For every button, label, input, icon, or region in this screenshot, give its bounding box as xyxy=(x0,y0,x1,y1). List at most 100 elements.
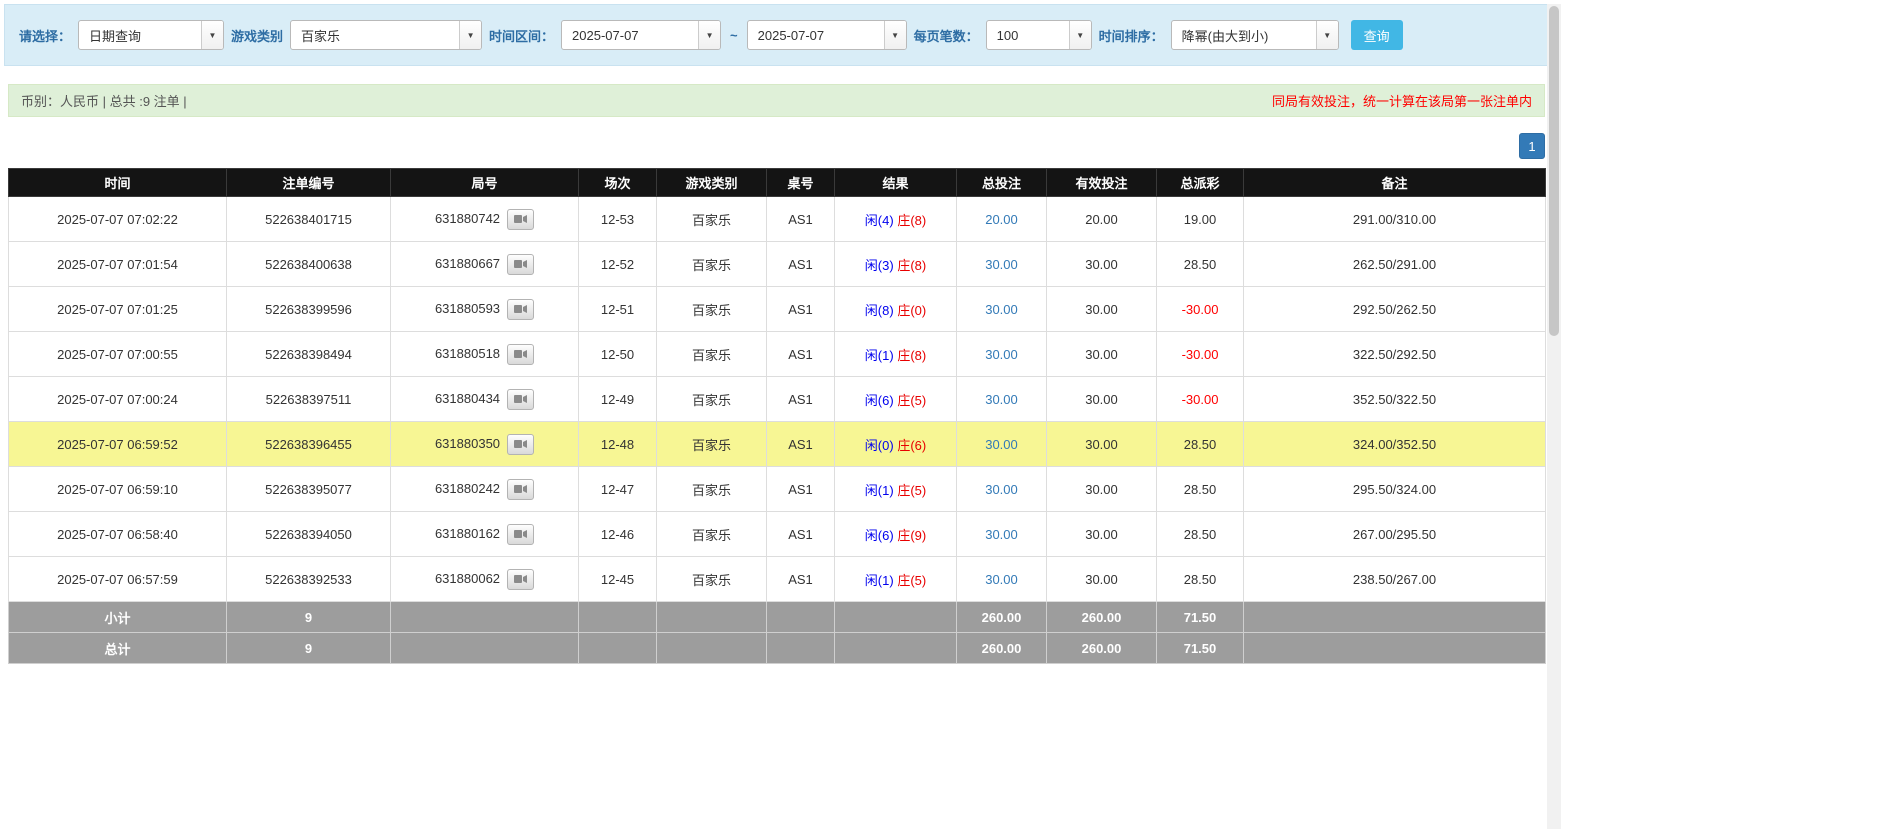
game-type-select[interactable]: 百家乐 ▼ xyxy=(290,20,483,50)
cell-session: 12-46 xyxy=(578,511,657,557)
summary-total-bet: 260.00 xyxy=(956,632,1047,664)
cell-note: 352.50/322.50 xyxy=(1243,376,1546,422)
total-bet-link[interactable]: 30.00 xyxy=(985,257,1018,272)
column-header-5: 桌号 xyxy=(766,168,835,197)
cell-time: 2025-07-07 07:00:55 xyxy=(8,331,227,377)
cell-game-type: 百家乐 xyxy=(656,286,767,332)
chevron-down-icon[interactable]: ▼ xyxy=(1068,21,1091,49)
table-row: 2025-07-07 06:58:40 522638394050 6318801… xyxy=(8,511,1546,557)
total-bet-link[interactable]: 20.00 xyxy=(985,212,1018,227)
replay-video-icon[interactable] xyxy=(507,208,535,230)
result-player: 闲(0) xyxy=(864,437,894,453)
chevron-down-icon[interactable]: ▼ xyxy=(201,21,224,49)
cell-session: 12-47 xyxy=(578,466,657,512)
currency-summary-text: 币别：人民币 | 总共 :9 注单 | xyxy=(21,94,187,109)
date-to-value: 2025-07-07 xyxy=(757,27,825,43)
summary-label: 小计 xyxy=(8,601,227,633)
cell-session: 12-45 xyxy=(578,556,657,602)
cell-payout: 28.50 xyxy=(1156,556,1244,602)
cell-total-bet: 30.00 xyxy=(956,241,1047,287)
cell-table-no: AS1 xyxy=(766,466,835,512)
total-bet-link[interactable]: 30.00 xyxy=(985,527,1018,542)
replay-video-icon[interactable] xyxy=(507,253,535,275)
cell-session: 12-53 xyxy=(578,196,657,242)
total-bet-link[interactable]: 30.00 xyxy=(985,347,1018,362)
table-row: 2025-07-07 06:59:10 522638395077 6318802… xyxy=(8,466,1546,512)
sort-select[interactable]: 降幂(由大到小) ▼ xyxy=(1170,20,1339,50)
per-page-value: 100 xyxy=(996,27,1019,43)
result-player: 闲(1) xyxy=(864,347,894,363)
page-1-button[interactable]: 1 xyxy=(1519,133,1545,159)
replay-video-icon[interactable] xyxy=(507,388,535,410)
cell-session: 12-48 xyxy=(578,421,657,467)
summary-empty xyxy=(1243,601,1546,633)
chevron-down-icon[interactable]: ▼ xyxy=(698,21,721,49)
cell-total-bet: 30.00 xyxy=(956,421,1047,467)
result-player: 闲(6) xyxy=(864,392,894,408)
cell-round-id: 631880667 xyxy=(390,241,579,287)
filter-bar: 请选择： 日期查询 ▼ 游戏类别 百家乐 ▼ 时间区间： 2025-07-07 … xyxy=(4,4,1549,66)
cell-note: 292.50/262.50 xyxy=(1243,286,1546,332)
summary-empty xyxy=(834,601,957,633)
summary-empty xyxy=(766,632,835,664)
scrollbar-thumb[interactable] xyxy=(1549,6,1559,336)
column-header-3: 场次 xyxy=(578,168,657,197)
table-row: 2025-07-07 07:00:24 522638397511 6318804… xyxy=(8,376,1546,422)
replay-video-icon[interactable] xyxy=(507,568,535,590)
chevron-down-icon[interactable]: ▼ xyxy=(1315,21,1338,49)
chevron-down-icon[interactable]: ▼ xyxy=(883,21,906,49)
date-from-select[interactable]: 2025-07-07 ▼ xyxy=(561,20,722,50)
cell-result: 闲(1) 庄(5) xyxy=(834,466,957,512)
total-bet-link[interactable]: 30.00 xyxy=(985,392,1018,407)
info-bar: 币别：人民币 | 总共 :9 注单 | 同局有效投注，统一计算在该局第一张注单内 xyxy=(8,84,1545,117)
cell-round-id: 631880593 xyxy=(390,286,579,332)
search-button[interactable]: 查询 xyxy=(1350,20,1403,50)
date-range-tilde: ~ xyxy=(730,27,738,43)
cell-valid-bet: 30.00 xyxy=(1046,286,1157,332)
query-type-select[interactable]: 日期查询 ▼ xyxy=(78,20,225,50)
summary-empty xyxy=(578,601,657,633)
replay-video-icon[interactable] xyxy=(507,298,535,320)
result-banker: 庄(8) xyxy=(897,257,927,273)
total-bet-link[interactable]: 30.00 xyxy=(985,572,1018,587)
cell-time: 2025-07-07 07:02:22 xyxy=(8,196,227,242)
cell-game-type: 百家乐 xyxy=(656,376,767,422)
cell-valid-bet: 30.00 xyxy=(1046,421,1157,467)
summary-empty xyxy=(766,601,835,633)
table-row: 2025-07-07 06:57:59 522638392533 6318800… xyxy=(8,556,1546,602)
result-player: 闲(1) xyxy=(864,572,894,588)
column-header-0: 时间 xyxy=(8,168,227,197)
cell-result: 闲(4) 庄(8) xyxy=(834,196,957,242)
round-id-text: 631880162 xyxy=(434,525,501,541)
cell-session: 12-52 xyxy=(578,241,657,287)
cell-round-id: 631880518 xyxy=(390,331,579,377)
summary-payout: 71.50 xyxy=(1156,632,1244,664)
cell-valid-bet: 30.00 xyxy=(1046,331,1157,377)
replay-video-icon[interactable] xyxy=(507,343,535,365)
vertical-scrollbar[interactable] xyxy=(1547,4,1561,829)
column-header-7: 总投注 xyxy=(956,168,1047,197)
cell-total-bet: 30.00 xyxy=(956,286,1047,332)
chevron-down-icon[interactable]: ▼ xyxy=(459,21,482,49)
total-bet-link[interactable]: 30.00 xyxy=(985,437,1018,452)
date-to-select[interactable]: 2025-07-07 ▼ xyxy=(746,20,907,50)
cell-table-no: AS1 xyxy=(766,511,835,557)
cell-total-bet: 20.00 xyxy=(956,196,1047,242)
query-type-value: 日期查询 xyxy=(89,28,142,44)
date-from-value: 2025-07-07 xyxy=(572,27,639,43)
replay-video-icon[interactable] xyxy=(507,478,535,500)
summary-payout: 71.50 xyxy=(1156,601,1244,633)
total-bet-link[interactable]: 30.00 xyxy=(985,482,1018,497)
table-header: 时间 注单编号 局号 场次 游戏类别 桌号 结果 总投注 有效投注 总派彩 备注 xyxy=(8,168,1546,197)
summary-valid-bet: 260.00 xyxy=(1046,632,1157,664)
cell-note: 267.00/295.50 xyxy=(1243,511,1546,557)
per-page-select[interactable]: 100 ▼ xyxy=(985,20,1092,50)
replay-video-icon[interactable] xyxy=(507,433,535,455)
round-id-text: 631880593 xyxy=(434,300,501,316)
summary-label: 总计 xyxy=(8,632,227,664)
total-bet-link[interactable]: 30.00 xyxy=(985,302,1018,317)
cell-valid-bet: 30.00 xyxy=(1046,241,1157,287)
result-banker: 庄(0) xyxy=(897,302,927,318)
cell-valid-bet: 20.00 xyxy=(1046,196,1157,242)
replay-video-icon[interactable] xyxy=(507,523,535,545)
